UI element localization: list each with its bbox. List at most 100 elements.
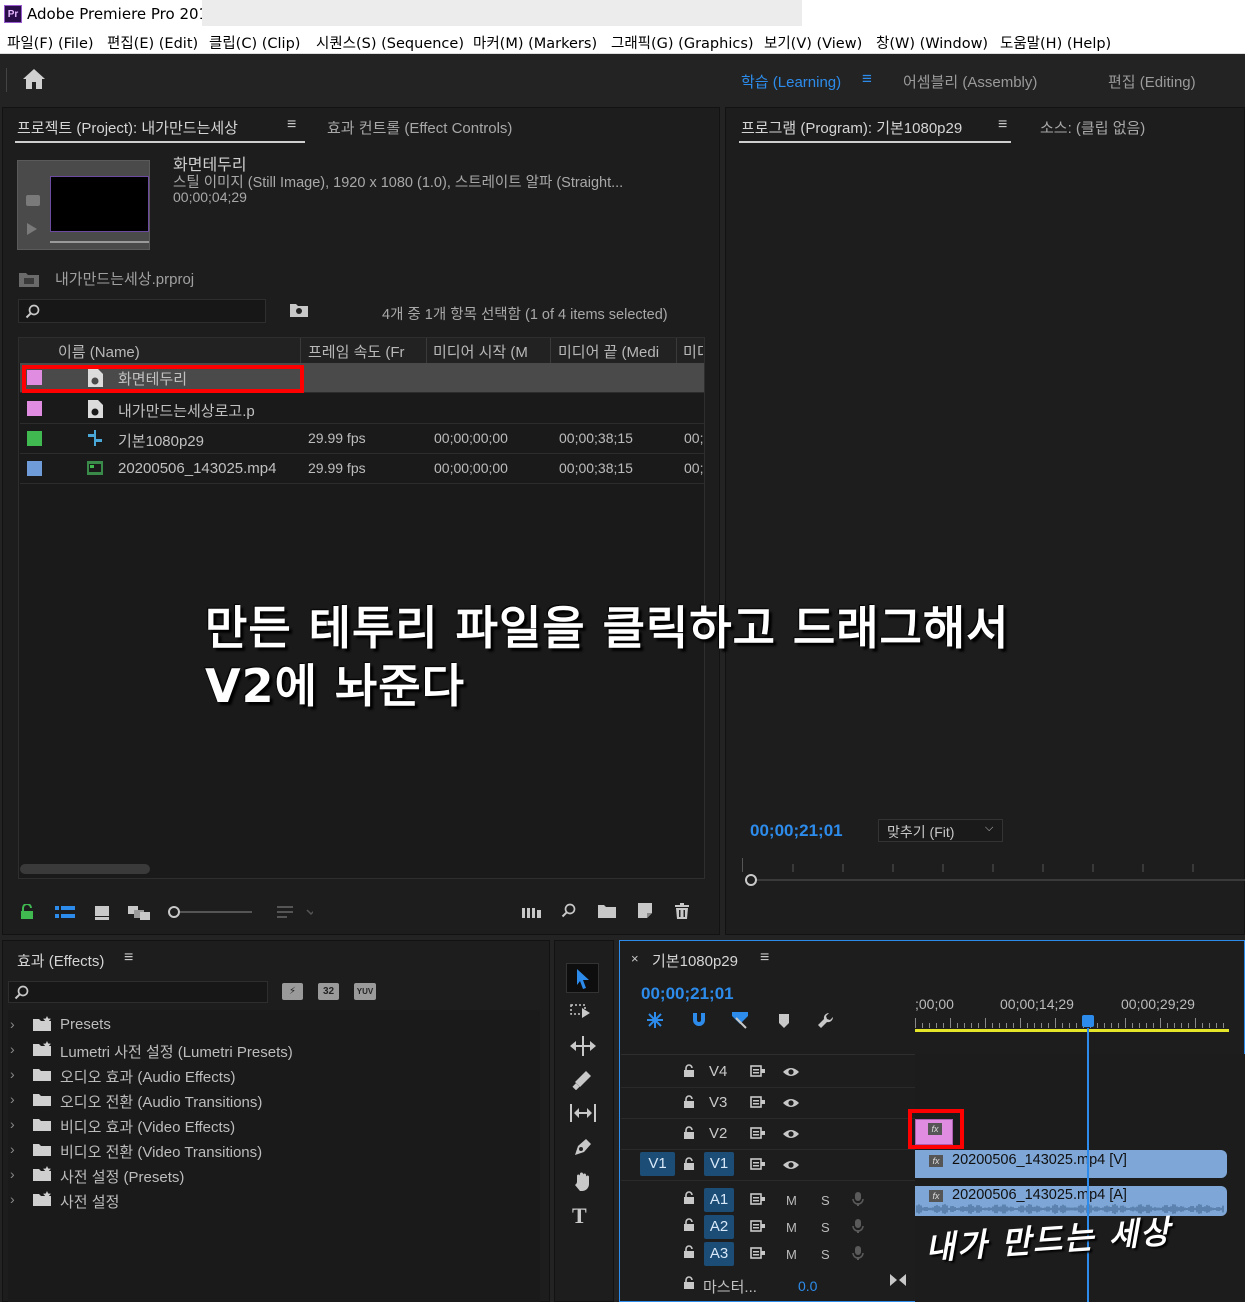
effects-tree-item[interactable]: › Presets (10, 1014, 530, 1038)
playhead-line[interactable] (1087, 1028, 1090, 1302)
solo-toggle[interactable]: S (821, 1247, 830, 1262)
add-marker-icon[interactable] (777, 1013, 791, 1029)
video-clip[interactable]: fx 20200506_143025.mp4 [V] (915, 1150, 1227, 1178)
track-label-v3[interactable]: V3 (709, 1094, 727, 1111)
effects-tree-item[interactable]: › 사전 설정 (10, 1189, 530, 1213)
chevron-right-icon[interactable]: › (10, 1041, 15, 1057)
audio-clip[interactable]: fx 20200506_143025.mp4 [A] (915, 1186, 1227, 1216)
table-row[interactable]: 20200506_143025.mp4 29.99 fps 00;00;00;0… (20, 454, 704, 484)
tab-source[interactable]: 소스: (클립 없음) (1040, 117, 1145, 138)
track-target-a2[interactable]: A2 (704, 1215, 734, 1239)
project-panel-menu-icon[interactable]: ≡ (287, 116, 296, 134)
timeline-menu-icon[interactable]: ≡ (760, 949, 769, 967)
menu-help[interactable]: 도움말(H) (Help) (1000, 32, 1111, 53)
menu-markers[interactable]: 마커(M) (Markers) (473, 32, 597, 53)
table-row[interactable]: 내가만드는세상로고.p (20, 394, 704, 424)
chevron-right-icon[interactable]: › (10, 1191, 15, 1207)
razor-tool-icon[interactable] (572, 1068, 594, 1090)
zoom-slider-handle[interactable] (168, 906, 180, 918)
sync-lock-icon[interactable] (750, 1246, 766, 1260)
project-search-input[interactable] (18, 299, 266, 323)
tab-sequence[interactable]: 기본1080p29 (652, 950, 738, 971)
menu-view[interactable]: 보기(V) (View) (764, 32, 862, 53)
sync-lock-icon[interactable] (750, 1192, 766, 1206)
sync-lock-icon[interactable] (750, 1157, 766, 1171)
32-bit-effects-icon[interactable]: 32 (318, 983, 339, 1000)
source-patch-v1[interactable]: V1 (640, 1152, 675, 1176)
type-tool-icon[interactable]: T (572, 1203, 587, 1229)
track-target-a1[interactable]: A1 (704, 1188, 734, 1212)
track-lock-icon[interactable] (683, 1126, 695, 1140)
program-timecode[interactable]: 00;00;21;01 (750, 821, 843, 841)
home-icon[interactable] (22, 68, 46, 90)
fit-dropdown[interactable]: 맞추기 (Fit) ⌵ (878, 819, 1003, 842)
workspace-assembly[interactable]: 어셈블리 (Assembly) (903, 71, 1037, 92)
workspace-menu-icon[interactable]: ≡ (862, 69, 872, 89)
program-ruler[interactable] (742, 858, 1242, 872)
find-icon[interactable] (561, 903, 577, 919)
column-media-start[interactable]: 미디어 시작 (M (433, 341, 549, 362)
close-sequence-icon[interactable]: × (631, 951, 639, 966)
track-lock-icon[interactable] (683, 1095, 695, 1109)
pen-tool-icon[interactable] (572, 1136, 594, 1158)
eye-icon[interactable] (782, 1159, 800, 1171)
preview-thumbnail[interactable] (17, 160, 150, 250)
mute-toggle[interactable]: M (786, 1220, 797, 1235)
label-color-swatch[interactable] (27, 461, 42, 476)
program-panel-menu-icon[interactable]: ≡ (998, 116, 1007, 134)
solo-toggle[interactable]: S (821, 1220, 830, 1235)
track-lock-icon[interactable] (683, 1218, 695, 1232)
effects-tree-item[interactable]: › 오디오 효과 (Audio Effects) (10, 1064, 530, 1088)
sync-lock-icon[interactable] (750, 1064, 766, 1078)
play-icon[interactable] (27, 223, 37, 235)
effects-tree-item[interactable]: › 사전 설정 (Presets) (10, 1164, 530, 1188)
menu-edit[interactable]: 편집(E) (Edit) (107, 32, 198, 53)
chevron-right-icon[interactable]: › (10, 1166, 15, 1182)
hand-tool-icon[interactable] (572, 1170, 594, 1192)
label-color-swatch[interactable] (27, 431, 42, 446)
effects-tree-item[interactable]: › Lumetri 사전 설정 (Lumetri Presets) (10, 1039, 530, 1063)
menu-sequence[interactable]: 시퀀스(S) (Sequence) (316, 32, 464, 53)
master-volume-value[interactable]: 0.0 (798, 1278, 817, 1294)
effects-search-input[interactable] (8, 981, 268, 1003)
accelerated-effects-icon[interactable]: ⚡ (282, 983, 303, 1000)
track-label-v4[interactable]: V4 (709, 1063, 727, 1080)
sync-lock-icon[interactable] (750, 1219, 766, 1233)
new-item-icon[interactable] (638, 903, 652, 919)
new-bin-icon[interactable] (598, 904, 616, 918)
eye-icon[interactable] (782, 1128, 800, 1140)
eye-icon[interactable] (782, 1066, 800, 1078)
track-lock-icon[interactable] (683, 1191, 695, 1205)
voice-over-mic-icon[interactable] (852, 1218, 864, 1234)
column-frame-rate[interactable]: 프레임 속도 (Fr (308, 341, 424, 362)
track-lock-icon[interactable] (683, 1245, 695, 1259)
effects-panel-menu-icon[interactable]: ≡ (124, 949, 133, 967)
sync-lock-icon[interactable] (750, 1126, 766, 1140)
work-area-bar[interactable] (915, 1029, 1229, 1032)
effects-tree-item[interactable]: › 비디오 전환 (Video Transitions) (10, 1139, 530, 1163)
list-view-icon[interactable] (55, 906, 75, 920)
snap-magnet-icon[interactable] (690, 1011, 708, 1029)
nest-toggle-icon[interactable] (646, 1011, 664, 1029)
tab-project[interactable]: 프로젝트 (Project): 내가만드는세상 (17, 117, 238, 138)
mute-toggle[interactable]: M (786, 1247, 797, 1262)
chevron-right-icon[interactable]: › (10, 1141, 15, 1157)
tab-program[interactable]: 프로그램 (Program): 기본1080p29 (741, 117, 962, 138)
slip-tool-icon[interactable] (570, 1103, 596, 1123)
timeline-timecode[interactable]: 00;00;21;01 (641, 984, 734, 1004)
icon-view-icon[interactable] (95, 906, 109, 920)
lock-icon[interactable] (20, 904, 34, 920)
sort-icon[interactable] (277, 905, 313, 919)
program-playhead-handle[interactable] (745, 874, 757, 886)
automate-to-sequence-icon[interactable] (522, 905, 542, 919)
chevron-right-icon[interactable]: › (10, 1066, 15, 1082)
effects-tree-item[interactable]: › 오디오 전환 (Audio Transitions) (10, 1089, 530, 1113)
yuv-effects-icon[interactable]: YUV (354, 983, 376, 1000)
program-viewer[interactable] (727, 145, 1243, 805)
timeline-settings-wrench-icon[interactable] (816, 1011, 836, 1031)
ripple-edit-tool-icon[interactable] (570, 1036, 596, 1056)
column-media-extra[interactable]: 미디 (683, 341, 703, 362)
selection-tool[interactable] (566, 963, 599, 993)
menu-graphics[interactable]: 그래픽(G) (Graphics) (611, 32, 754, 53)
chevron-right-icon[interactable]: › (10, 1091, 15, 1107)
